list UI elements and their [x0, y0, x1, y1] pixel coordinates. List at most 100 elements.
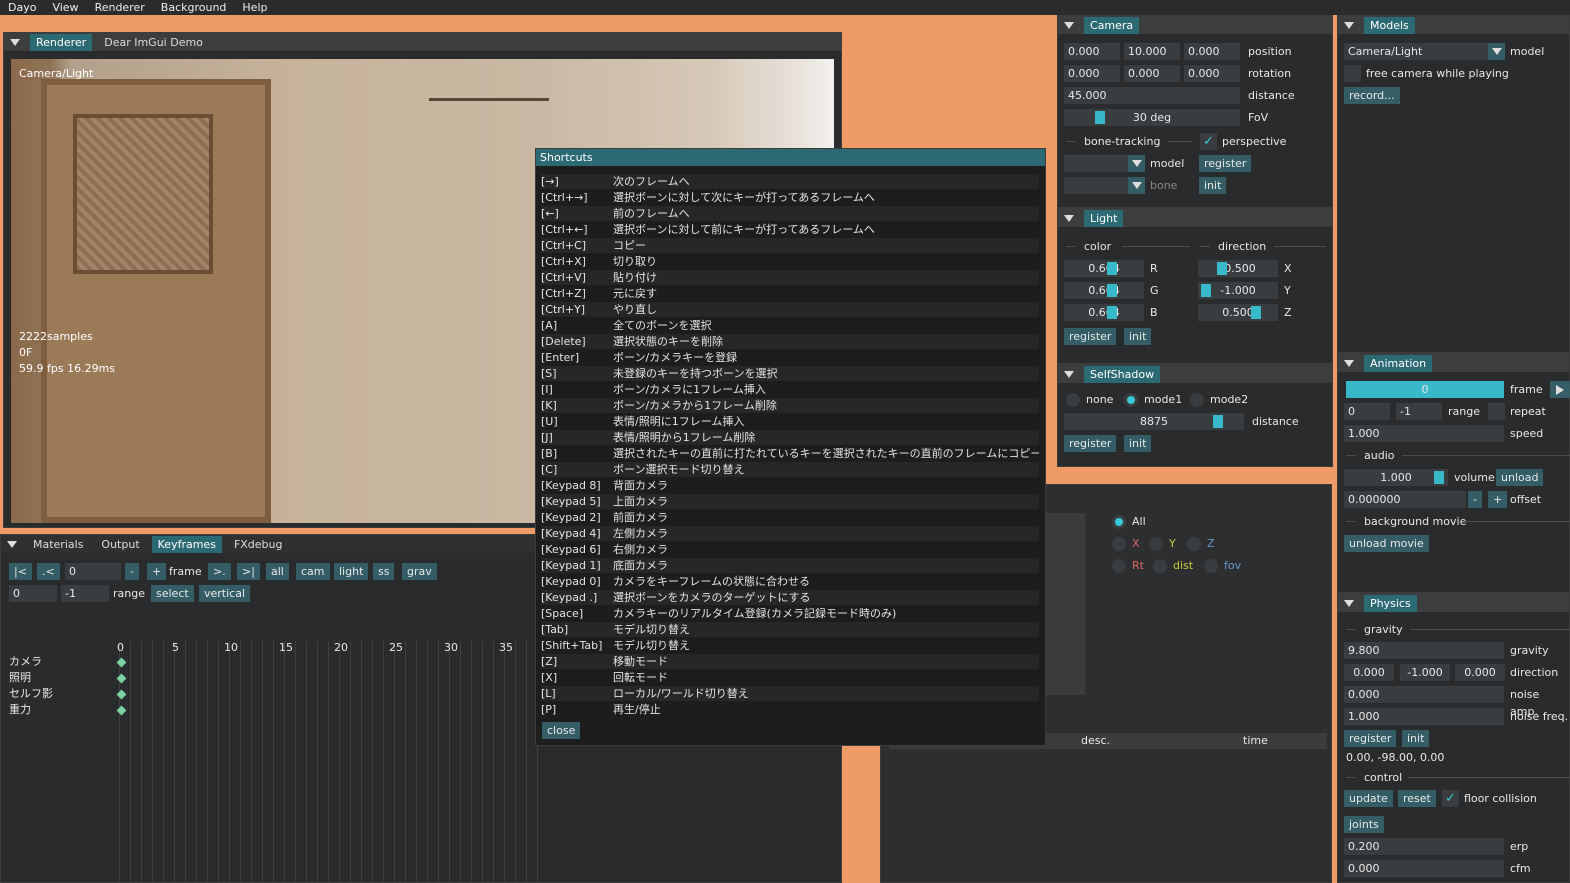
menu-view[interactable]: View [44, 0, 86, 15]
light-init-button[interactable]: init [1124, 328, 1152, 345]
collapse-icon[interactable] [1344, 359, 1354, 367]
speed-input[interactable]: 1.000 [1344, 425, 1504, 442]
noise-amp-input[interactable]: 0.000 [1344, 686, 1504, 703]
slider-grab[interactable] [1107, 306, 1117, 319]
light-register-button[interactable]: register [1064, 328, 1117, 345]
tab-fxdebug[interactable]: FXdebug [228, 536, 289, 553]
slider-grab[interactable] [1213, 415, 1223, 428]
volume-slider[interactable]: 1.000 [1344, 469, 1448, 486]
slider-grab[interactable] [1251, 306, 1261, 319]
last-frame-button[interactable]: >| [237, 563, 260, 580]
reset-button[interactable]: reset [1398, 790, 1436, 807]
animation-frame-slider[interactable]: 0 [1346, 381, 1504, 398]
record-button[interactable]: record... [1344, 87, 1400, 104]
fov-slider[interactable]: 30 deg [1064, 109, 1240, 126]
gravity-input[interactable]: 9.800 [1344, 642, 1504, 659]
radio-fov[interactable] [1204, 559, 1218, 573]
radio-mode2[interactable] [1190, 393, 1204, 407]
track-gravity[interactable]: 重力 [9, 701, 31, 718]
anim-range-end[interactable]: -1 [1396, 403, 1442, 420]
distance-input[interactable]: 45.000 [1064, 87, 1240, 104]
update-button[interactable]: update [1344, 790, 1393, 807]
slider-grab[interactable] [1434, 471, 1444, 484]
light-r-slider[interactable]: 0.604 [1064, 260, 1144, 277]
tab-output[interactable]: Output [95, 536, 145, 553]
tab-materials[interactable]: Materials [27, 536, 89, 553]
range-start-input[interactable]: 0 [9, 585, 57, 602]
camera-init-button[interactable]: init [1199, 177, 1227, 194]
track-light[interactable]: 照明 [9, 669, 31, 686]
radio-rt[interactable] [1112, 559, 1126, 573]
noise-freq-input[interactable]: 1.000 [1344, 708, 1504, 725]
collapse-icon[interactable] [1064, 214, 1074, 222]
radio-none[interactable] [1066, 393, 1080, 407]
bone-combo[interactable] [1064, 177, 1128, 194]
model-select[interactable]: Camera/Light [1344, 43, 1488, 60]
floor-collision-checkbox[interactable]: ✓ [1442, 790, 1459, 807]
radio-all[interactable] [1112, 515, 1126, 529]
anim-range-start[interactable]: 0 [1344, 403, 1390, 420]
unload-movie-button[interactable]: unload movie [1344, 535, 1429, 552]
collapse-icon[interactable] [7, 540, 17, 548]
light-b-slider[interactable]: 0.604 [1064, 304, 1144, 321]
radio-x[interactable] [1112, 537, 1126, 551]
physics-init-button[interactable]: init [1402, 730, 1430, 747]
chevron-down-icon[interactable] [1488, 43, 1505, 60]
rotation-z[interactable]: 0.000 [1184, 65, 1240, 82]
free-camera-checkbox[interactable] [1344, 65, 1361, 82]
offset-minus-button[interactable]: - [1468, 491, 1482, 508]
audio-unload-button[interactable]: unload [1496, 469, 1544, 486]
select-button[interactable]: select [151, 585, 194, 602]
slider-grab[interactable] [1201, 284, 1211, 297]
radio-y[interactable] [1149, 537, 1163, 551]
slider-grab[interactable] [1217, 262, 1227, 275]
erp-input[interactable]: 0.200 [1344, 838, 1504, 855]
position-x[interactable]: 0.000 [1064, 43, 1120, 60]
light-x-slider[interactable]: -0.500 [1198, 260, 1278, 277]
play-button[interactable] [1550, 381, 1570, 398]
collapse-icon[interactable] [1344, 21, 1354, 29]
frame-plus-button[interactable]: + [147, 563, 167, 580]
perspective-checkbox[interactable]: ✓ [1200, 133, 1217, 150]
fov-slider-grab[interactable] [1095, 111, 1105, 124]
rotation-x[interactable]: 0.000 [1064, 65, 1120, 82]
tab-keyframes[interactable]: Keyframes [151, 535, 222, 553]
collapse-icon[interactable] [1064, 21, 1074, 29]
light-button[interactable]: light [334, 563, 369, 580]
repeat-checkbox[interactable] [1488, 403, 1505, 420]
tab-imgui-demo[interactable]: Dear ImGui Demo [98, 34, 209, 51]
all-button[interactable]: all [266, 563, 289, 580]
model-combo[interactable] [1064, 155, 1128, 172]
offset-plus-button[interactable]: + [1488, 491, 1508, 508]
grav-button[interactable]: grav [402, 563, 437, 580]
gravity-dir-x[interactable]: 0.000 [1344, 664, 1394, 681]
frame-input[interactable]: 0 [65, 563, 121, 580]
camera-register-button[interactable]: register [1199, 155, 1252, 172]
close-button[interactable]: close [542, 722, 581, 739]
light-z-slider[interactable]: 0.500 [1198, 304, 1278, 321]
cam-button[interactable]: cam [296, 563, 330, 580]
frame-minus-button[interactable]: - [125, 563, 139, 580]
slider-grab[interactable] [1107, 262, 1117, 275]
track-camera[interactable]: カメラ [9, 653, 42, 670]
ss-button[interactable]: ss [373, 563, 395, 580]
shadow-register-button[interactable]: register [1064, 435, 1117, 452]
gravity-dir-y[interactable]: -1.000 [1400, 664, 1450, 681]
collapse-icon[interactable] [1064, 370, 1074, 378]
radio-mode1[interactable] [1124, 393, 1138, 407]
range-end-input[interactable]: -1 [61, 585, 109, 602]
shadow-init-button[interactable]: init [1124, 435, 1152, 452]
chevron-down-icon[interactable] [1128, 177, 1145, 194]
slider-grab[interactable] [1107, 284, 1117, 297]
cfm-input[interactable]: 0.000 [1344, 860, 1504, 877]
light-g-slider[interactable]: 0.604 [1064, 282, 1144, 299]
collapse-icon[interactable] [10, 38, 20, 46]
tab-renderer[interactable]: Renderer [30, 33, 93, 51]
physics-register-button[interactable]: register [1344, 730, 1397, 747]
position-y[interactable]: 10.000 [1124, 43, 1180, 60]
chevron-down-icon[interactable] [1128, 155, 1145, 172]
menu-dayo[interactable]: Dayo [0, 0, 44, 15]
gravity-dir-z[interactable]: 0.000 [1455, 664, 1505, 681]
timeline[interactable] [119, 641, 539, 881]
radio-z[interactable] [1187, 537, 1201, 551]
